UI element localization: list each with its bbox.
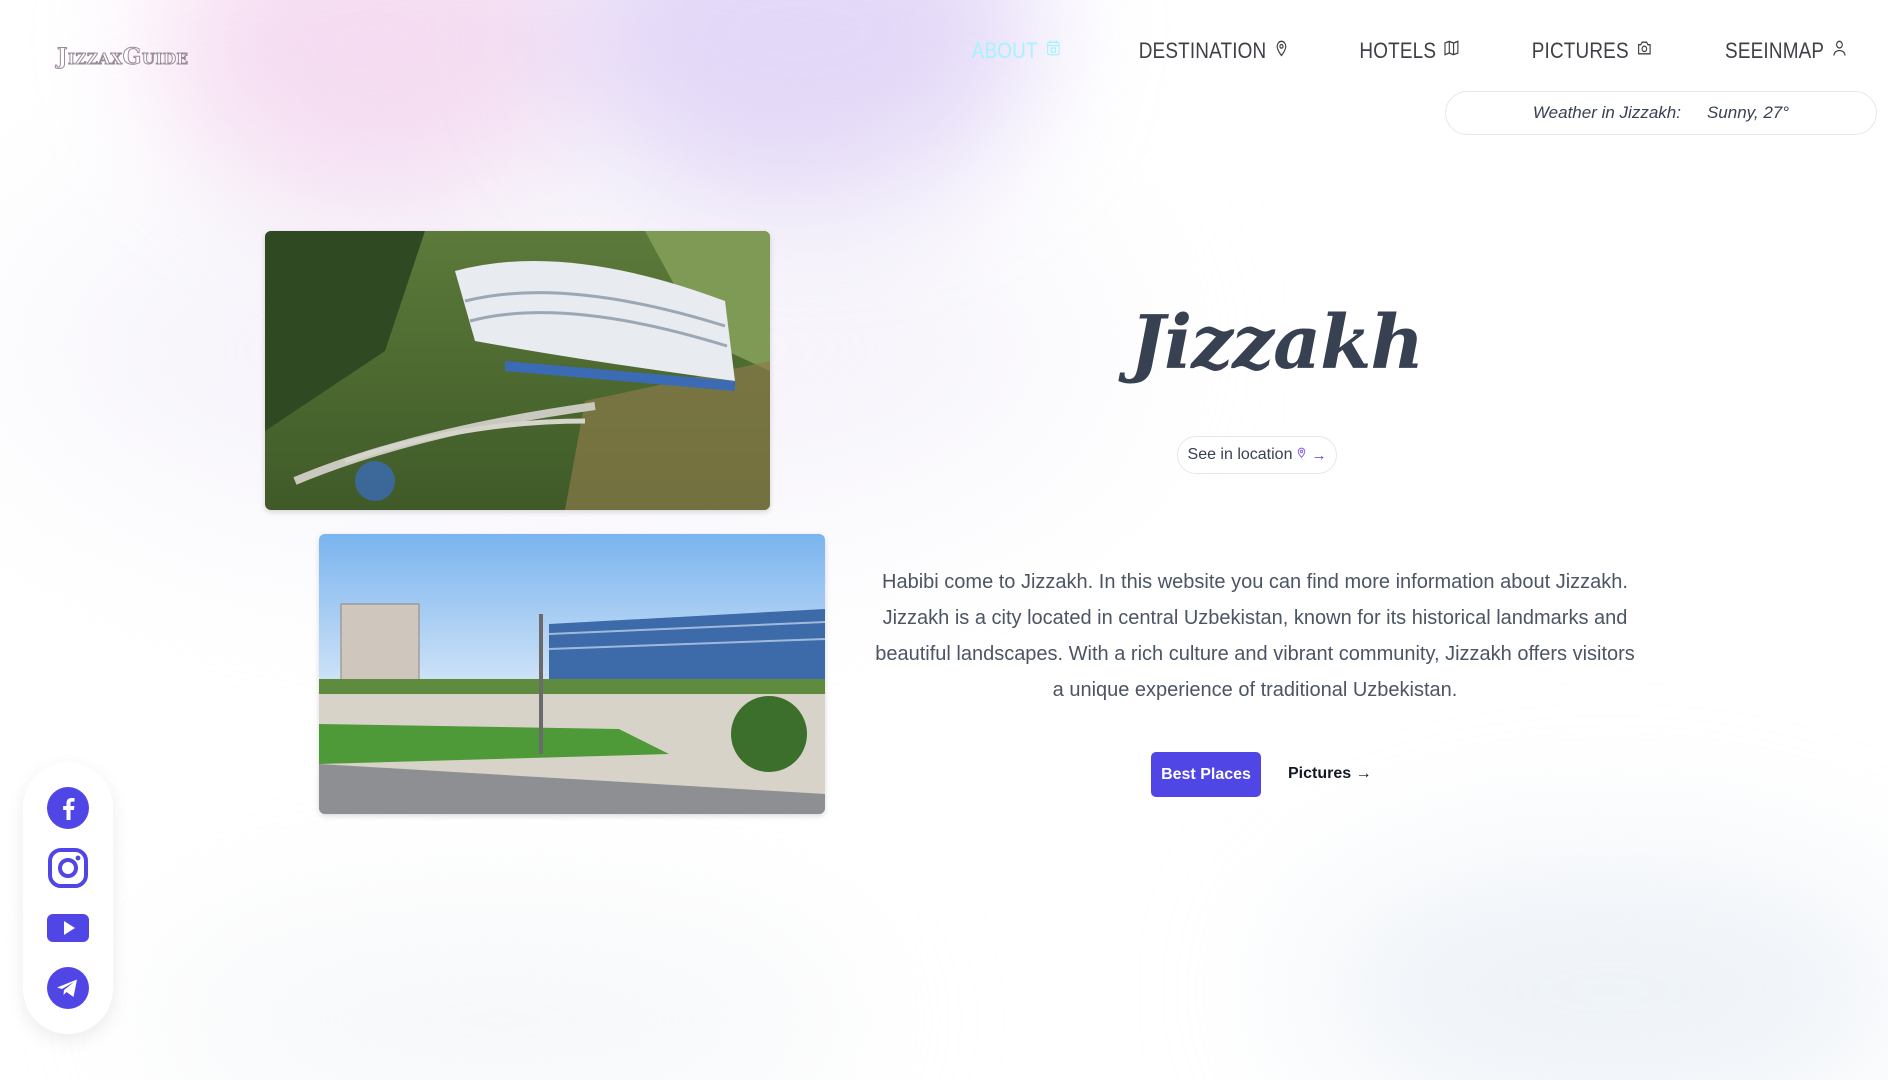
background-bottom-left-glow (150, 920, 850, 1080)
weather-value: Sunny, 27° (1706, 103, 1790, 122)
main-nav: ABOUT DESTINATION HOTELS PICTURES SEEINM… (957, 38, 1848, 64)
nav-about-label: ABOUT (972, 38, 1039, 63)
see-in-location-label: See in location (1187, 446, 1293, 463)
weather-label: Weather in Jizzakh: (1532, 103, 1681, 122)
instagram-icon[interactable] (46, 846, 90, 890)
nav-destination-label: DESTINATION (1138, 38, 1267, 63)
youtube-icon[interactable] (46, 906, 90, 950)
nav-hotels[interactable]: HOTELS (1359, 38, 1460, 64)
see-in-location-button[interactable]: See in location → (1177, 436, 1337, 474)
best-places-button[interactable]: Best Places (1151, 752, 1261, 797)
user-pin-icon (1831, 38, 1848, 64)
telegram-icon[interactable] (46, 966, 90, 1010)
nav-destination[interactable]: DESTINATION (1139, 38, 1291, 64)
facebook-icon[interactable] (46, 786, 90, 830)
camera-icon (1636, 38, 1653, 64)
nav-seeinmap[interactable]: SEEINMAP (1725, 38, 1848, 64)
nav-seeinmap-label: SEEINMAP (1724, 38, 1824, 63)
hotel-hillside-photo (265, 231, 770, 510)
map-icon (1443, 38, 1460, 64)
arrow-right-icon: → (1311, 446, 1327, 464)
social-sidebar (23, 762, 113, 1034)
background-purple-glow (560, 0, 1040, 200)
hero-description: Habibi come to Jizzakh. In this website … (875, 571, 1635, 701)
map-pin-icon (1295, 446, 1308, 464)
site-logo[interactable]: JizzaxGuide (56, 44, 188, 71)
background-bottom-glow (1300, 860, 1888, 1080)
nav-pictures-label: PICTURES (1531, 38, 1629, 63)
calendar-icon (1045, 38, 1062, 64)
background-pink-glow (160, 0, 580, 200)
pictures-link[interactable]: Pictures → (1288, 765, 1372, 783)
page-title: Jizzakh (1130, 300, 1424, 386)
nav-hotels-label: HOTELS (1359, 38, 1436, 63)
map-pin-icon (1273, 38, 1290, 64)
nav-about[interactable]: ABOUT (972, 38, 1062, 64)
city-square-photo (319, 534, 825, 814)
nav-pictures[interactable]: PICTURES (1532, 38, 1653, 64)
weather-widget: Weather in Jizzakh: Sunny, 27° (1445, 91, 1877, 135)
